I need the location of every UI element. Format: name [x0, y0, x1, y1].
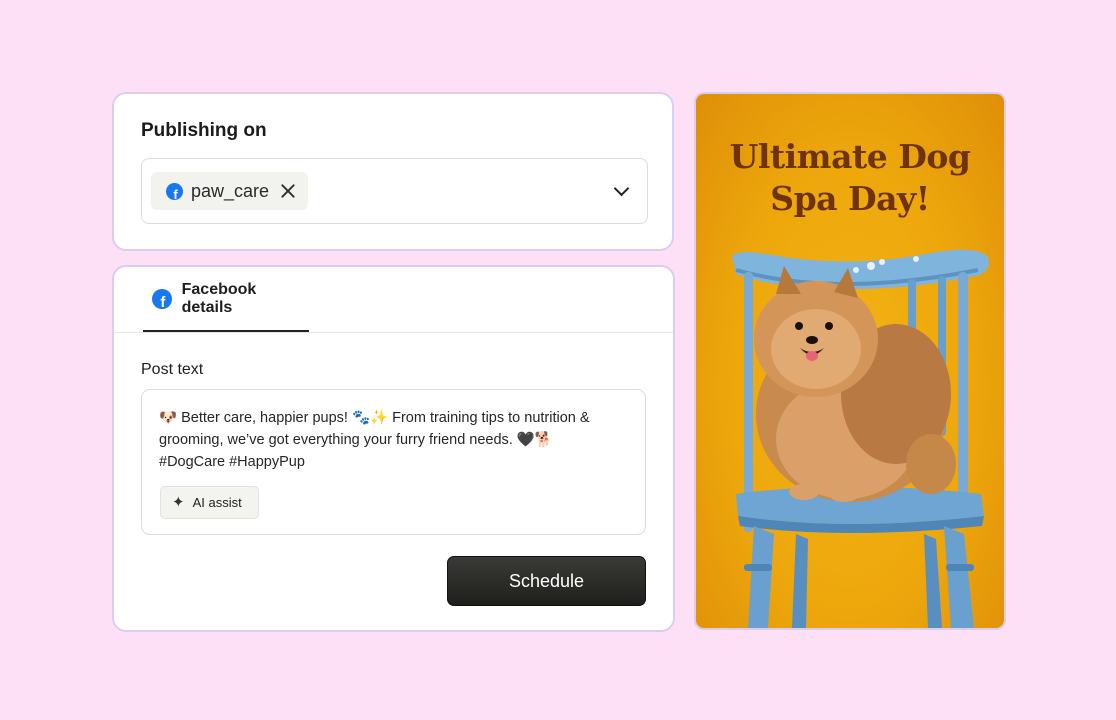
remove-account-icon[interactable] — [280, 183, 296, 199]
preview-title: Ultimate Dog Spa Day! — [729, 137, 971, 218]
account-chip-label: paw_care — [191, 180, 270, 201]
sparkle-icon: ✦ — [172, 494, 185, 511]
schedule-button[interactable]: Schedule — [447, 556, 646, 606]
ai-assist-label: AI assist — [192, 495, 242, 510]
ai-assist-button[interactable]: ✦ AI assist — [160, 486, 259, 519]
publishing-card: Publishing on f paw_care — [112, 92, 674, 251]
publishing-title: Publishing on — [141, 120, 267, 141]
facebook-icon: f — [152, 288, 172, 309]
post-preview: Ultimate Dog Spa Day! — [694, 92, 1006, 630]
post-text-field[interactable]: 🐶 Better care, happier pups! 🐾✨ From tra… — [141, 389, 646, 535]
details-card: f Facebook details Post text 🐶 Better ca… — [112, 265, 675, 632]
account-select[interactable]: f paw_care — [141, 158, 648, 224]
tab-label: Facebook details — [181, 280, 257, 316]
facebook-icon: f — [166, 182, 183, 200]
account-chip: f paw_care — [151, 172, 308, 210]
post-text-label: Post text — [141, 361, 204, 378]
post-text-content[interactable]: 🐶 Better care, happier pups! 🐾✨ From tra… — [159, 407, 629, 473]
chevron-down-icon[interactable] — [613, 180, 630, 197]
tab-facebook-details[interactable]: f Facebook details — [143, 267, 309, 333]
tab-divider — [114, 332, 673, 333]
